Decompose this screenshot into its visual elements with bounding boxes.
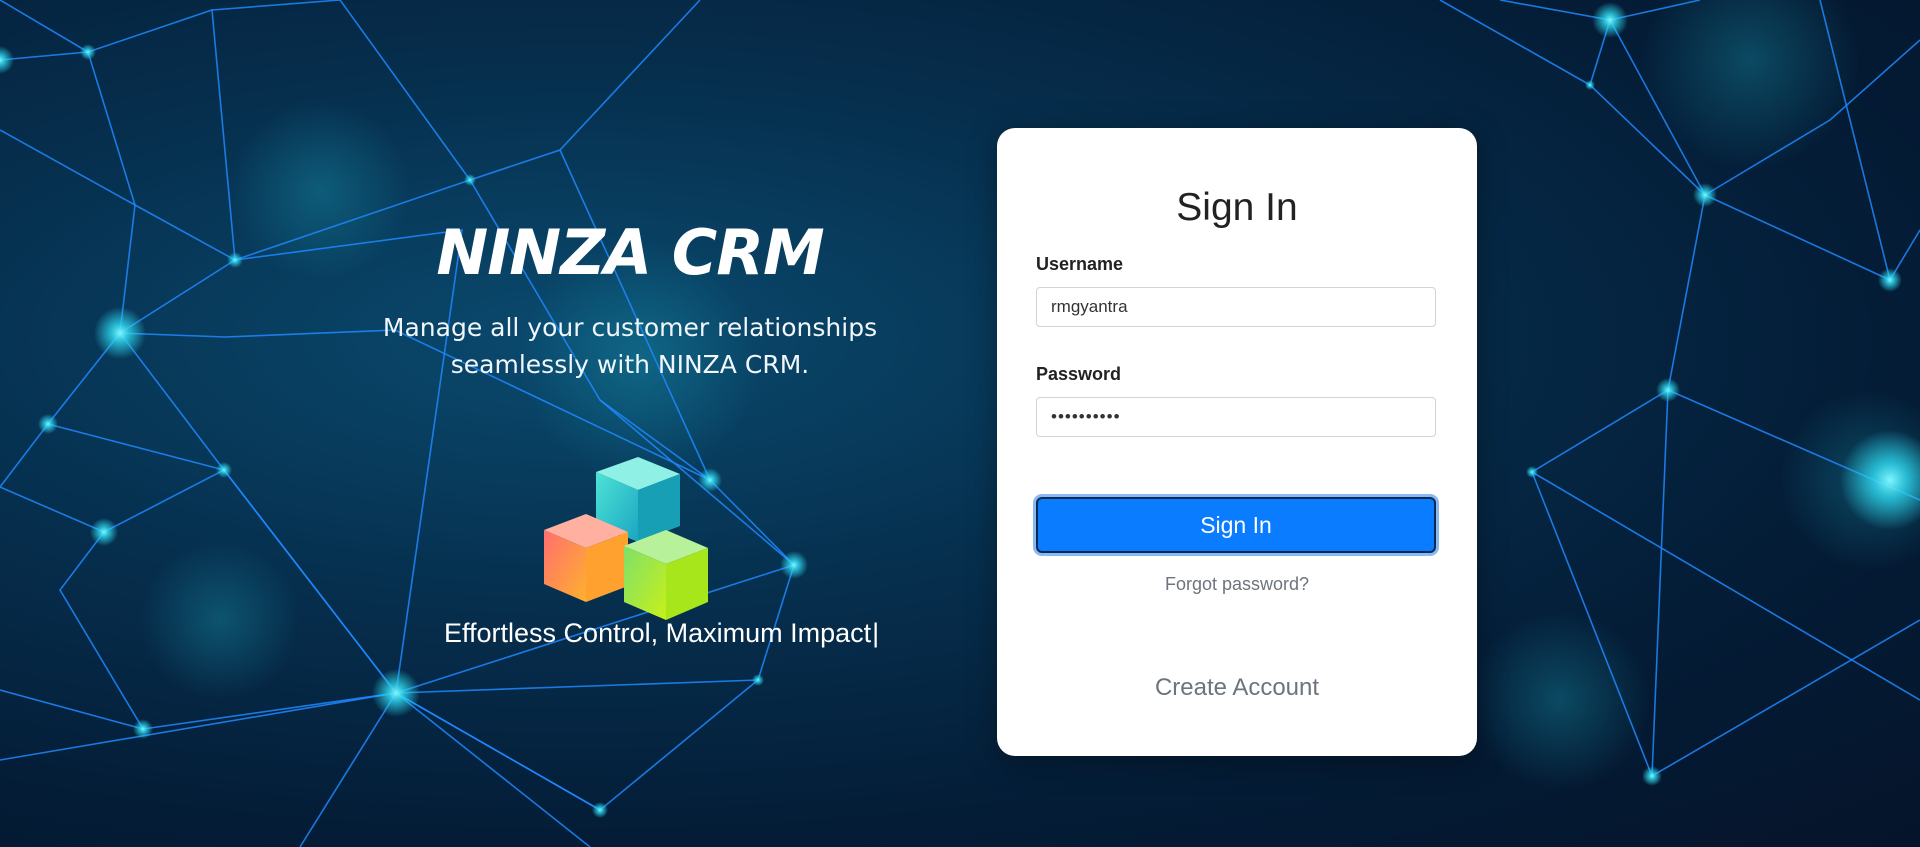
username-input[interactable] [1036, 287, 1436, 327]
login-card: Sign In Username Password Sign In Forgot… [997, 128, 1477, 756]
forgot-password-link[interactable]: Forgot password? [997, 574, 1477, 595]
sign-in-button[interactable]: Sign In [1036, 497, 1436, 553]
cube-green [624, 530, 708, 620]
create-account-link[interactable]: Create Account [997, 674, 1477, 702]
brand-tagline: Manage all your customer relationships s… [340, 309, 920, 383]
cube-orange [544, 514, 628, 602]
slogan-caret: | [872, 618, 880, 648]
brand-title: NINZA CRM [436, 216, 824, 289]
slogan-label: Effortless Control, Maximum Impact [444, 618, 872, 648]
cubes-logo-icon [544, 457, 708, 620]
password-label: Password [1036, 364, 1122, 384]
brand-tagline-line1: Manage all your customer relationships [382, 313, 878, 342]
brand-section: NINZA CRM Manage all your customer relat… [340, 215, 920, 383]
username-label: Username [1036, 254, 1124, 274]
password-input[interactable] [1036, 397, 1436, 437]
slogan-text: Effortless Control, Maximum Impact| [444, 618, 879, 649]
login-page: NINZA CRM Manage all your customer relat… [0, 0, 1920, 847]
brand-tagline-line2: seamlessly with NINZA CRM. [450, 350, 810, 379]
login-title: Sign In [1176, 186, 1298, 229]
network-background [0, 0, 1920, 847]
